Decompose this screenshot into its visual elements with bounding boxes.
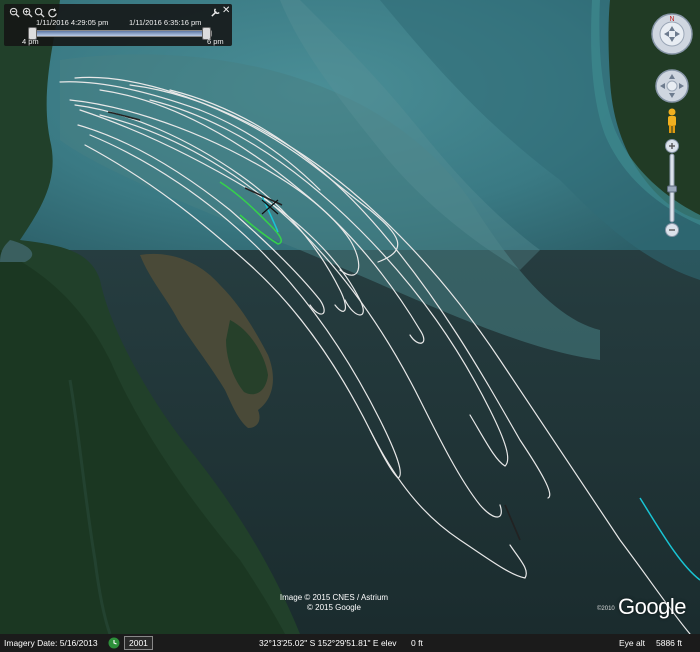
historical-imagery-clock-icon[interactable]	[108, 637, 120, 649]
zoom-slider[interactable]	[664, 138, 680, 238]
refresh-icon[interactable]	[47, 7, 58, 18]
eye-alt-label: Eye alt	[619, 638, 645, 648]
compass-ring-icon[interactable]: N	[650, 12, 694, 56]
coordinates-readout: 32°13'25.02" S 152°29'51.81" E elev	[259, 638, 397, 648]
tick-label-start: 4 pm	[22, 37, 39, 46]
zoom-in-icon[interactable]	[22, 7, 33, 18]
tick-label-end: 6 pm	[207, 37, 224, 46]
close-icon[interactable]: ✕	[222, 5, 233, 16]
imagery-attribution: Image © 2015 CNES / Astrium © 2015 Googl…	[279, 593, 389, 613]
time-slider-track[interactable]	[30, 30, 212, 37]
start-time-label: 1/11/2016 4:29:05 pm	[36, 18, 109, 27]
status-bar: Imagery Date: 5/16/2013 2001 32°13'25.02…	[0, 634, 700, 652]
attribution-line-2: © 2015 Google	[307, 603, 361, 612]
look-joystick-icon[interactable]	[654, 68, 690, 104]
attribution-line-1: Image © 2015 CNES / Astrium	[279, 593, 389, 602]
svg-text:N: N	[669, 16, 674, 23]
google-logo: Google	[618, 594, 686, 619]
street-view-icon[interactable]	[665, 108, 679, 134]
imagery-date: Imagery Date: 5/16/2013	[4, 638, 98, 648]
time-slider-panel: ✕ 1/11/2016 4:29:05 pm 1/11/2016 6:35:16…	[4, 4, 232, 46]
zoom-out-icon[interactable]	[9, 7, 20, 18]
wrench-icon[interactable]	[210, 7, 221, 18]
end-time-label: 1/11/2016 6:35:16 pm	[129, 18, 202, 27]
time-slider-range	[31, 31, 211, 36]
elevation-readout: 0 ft	[411, 638, 423, 648]
eye-alt-value: 5886 ft	[656, 638, 682, 648]
history-year-badge[interactable]: 2001	[124, 636, 153, 650]
satellite-map[interactable]	[0, 0, 700, 652]
logo-year: ©2010	[597, 606, 615, 612]
zoom-fit-icon[interactable]	[34, 7, 45, 18]
